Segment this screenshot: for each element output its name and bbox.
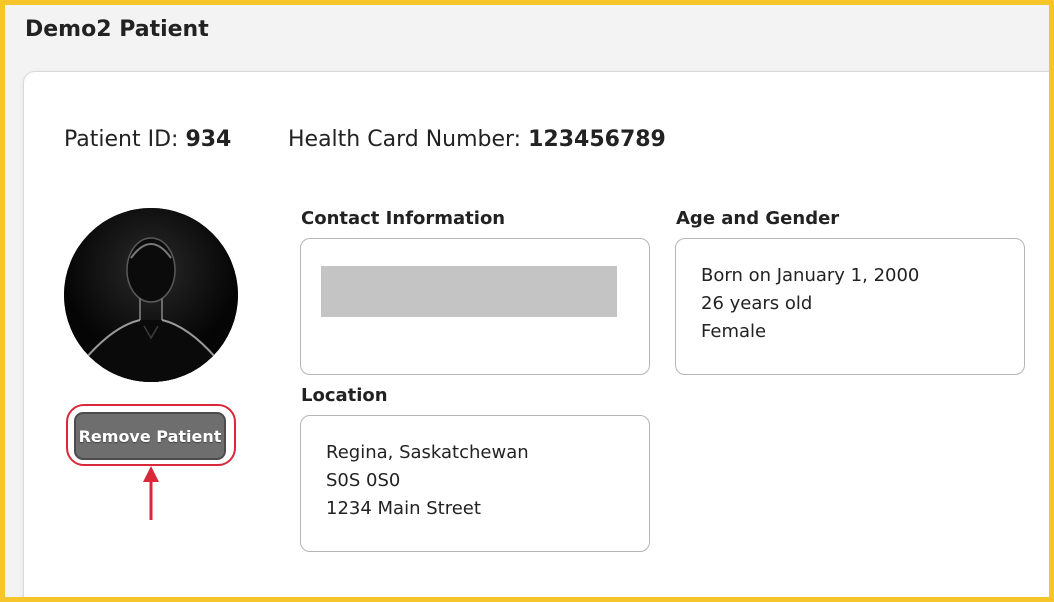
patient-card: Patient ID: 934 Health Card Number: 1234… (23, 71, 1049, 597)
age-and-gender-box: Born on January 1, 2000 26 years old Fem… (675, 238, 1025, 375)
patient-id-line: Patient ID: 934 (64, 127, 231, 152)
contact-information-box (300, 238, 650, 375)
location-label: Location (301, 385, 388, 406)
patient-avatar (64, 208, 238, 382)
postal-code-text: S0S 0S0 (326, 470, 401, 491)
patient-id-label: Patient ID: (64, 127, 186, 152)
contact-information-label: Contact Information (301, 208, 506, 229)
age-and-gender-label: Age and Gender (676, 208, 840, 229)
age-text: 26 years old (701, 293, 813, 314)
remove-patient-button[interactable]: Remove Patient (74, 412, 226, 460)
birth-date-text: Born on January 1, 2000 (701, 265, 920, 286)
street-address-text: 1234 Main Street (326, 498, 481, 519)
page-title: Demo2 Patient (25, 17, 209, 42)
screenshot-frame: Demo2 Patient Patient ID: 934 Health Car… (5, 5, 1049, 597)
redacted-contact-block (321, 266, 617, 317)
health-card-line: Health Card Number: 123456789 (288, 127, 666, 152)
health-card-value: 123456789 (528, 127, 666, 152)
health-card-label: Health Card Number: (288, 127, 529, 152)
location-box: Regina, Saskatchewan S0S 0S0 1234 Main S… (300, 415, 650, 552)
arrow-up-icon (143, 466, 159, 520)
gender-text: Female (701, 321, 767, 342)
city-province-text: Regina, Saskatchewan (326, 442, 529, 463)
patient-id-value: 934 (185, 127, 232, 152)
